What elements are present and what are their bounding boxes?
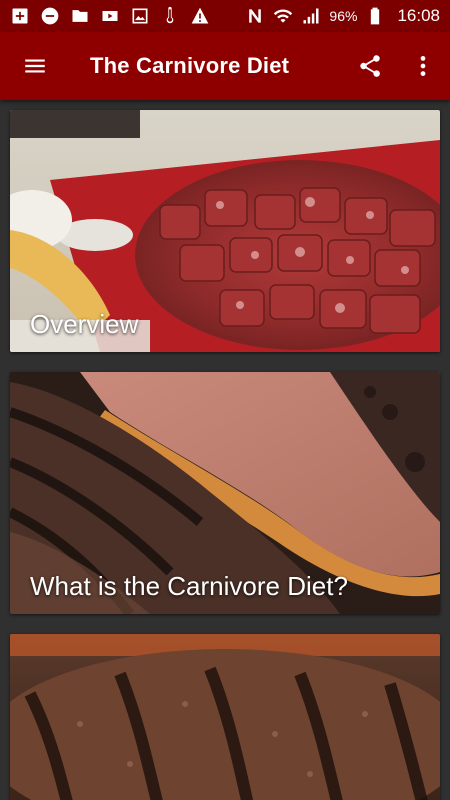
share-icon xyxy=(360,55,380,77)
warning-icon xyxy=(190,6,210,26)
topic-card-label: What is the Carnivore Diet? xyxy=(30,571,348,601)
status-bar: 96% 16:08 xyxy=(0,0,450,32)
menu-button[interactable] xyxy=(0,32,70,100)
image-icon xyxy=(130,6,150,26)
topic-card-overview[interactable]: Overview xyxy=(10,110,440,352)
more-options-button[interactable] xyxy=(396,32,450,100)
app-title: The Carnivore Diet xyxy=(90,53,290,78)
folder-icon xyxy=(70,6,90,26)
battery-percent: 96% xyxy=(329,8,358,24)
topic-card-label: Overview xyxy=(30,309,139,339)
topic-card-what-is[interactable]: What is the Carnivore Diet? xyxy=(10,372,440,614)
nfc-icon xyxy=(245,6,265,26)
more-vert-icon xyxy=(420,56,426,76)
wifi-icon xyxy=(273,6,293,26)
notification-icons xyxy=(10,6,210,26)
clock: 16:08 xyxy=(397,6,440,25)
menu-icon xyxy=(25,59,45,73)
app-bar: The Carnivore Diet xyxy=(0,32,450,100)
topic-card-3[interactable] xyxy=(10,634,440,800)
battery-icon xyxy=(365,6,385,26)
system-icons: 96% 16:08 xyxy=(245,6,440,26)
app-actions xyxy=(344,32,450,100)
signal-icon xyxy=(301,6,321,26)
topic-list: Overview What is the Carnivore Diet? xyxy=(0,100,450,800)
youtube-icon xyxy=(100,6,120,26)
thermometer-icon xyxy=(160,6,180,26)
minus-circle-icon xyxy=(40,6,60,26)
grilled-steak-image xyxy=(10,634,440,800)
share-button[interactable] xyxy=(344,32,396,100)
add-box-icon xyxy=(10,6,30,26)
